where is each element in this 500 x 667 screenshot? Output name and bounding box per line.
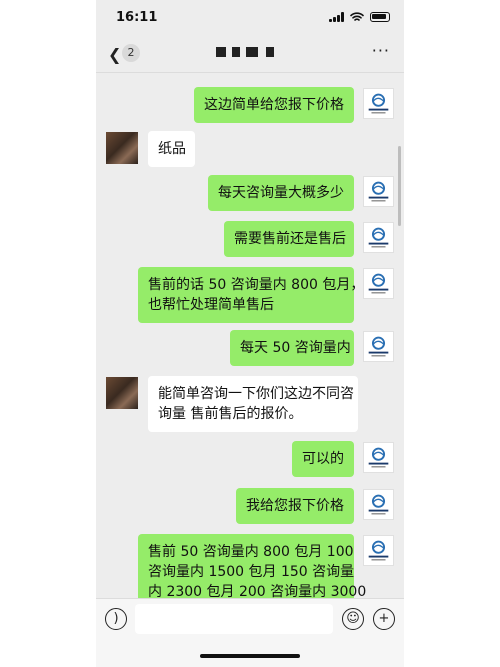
wifi-icon: [350, 12, 364, 21]
outgoing-message-bubble[interactable]: 需要售前还是售后: [224, 221, 354, 257]
status-bar: 16:11: [96, 0, 404, 36]
message-text-line: 需要售前还是售后: [234, 231, 346, 247]
scrollbar[interactable]: [398, 146, 401, 226]
message-text-line: 可以的: [302, 451, 344, 467]
emoji-icon[interactable]: ☺: [342, 608, 364, 630]
outgoing-message-bubble[interactable]: 可以的: [292, 441, 354, 477]
message-input[interactable]: [135, 604, 333, 634]
message-text-line: 也帮忙处理简单售后: [148, 297, 274, 313]
my-avatar[interactable]: [363, 88, 394, 119]
signal-icon: [329, 12, 344, 22]
my-avatar[interactable]: [363, 535, 394, 566]
home-indicator: [200, 654, 300, 658]
my-avatar[interactable]: [363, 442, 394, 473]
contact-avatar[interactable]: [106, 132, 138, 164]
chat-header: ❮ 2 ···: [96, 36, 404, 73]
chat-title-redacted: [216, 44, 280, 60]
my-avatar[interactable]: [363, 222, 394, 253]
message-text-line: 售前的话 50 咨询量内 800 包月，: [148, 277, 365, 293]
outgoing-message-bubble[interactable]: 售前的话 50 咨询量内 800 包月， 也帮忙处理简单售后: [138, 267, 365, 323]
status-time: 16:11: [116, 10, 158, 25]
message-text-line: 这边简单给您报下价格: [204, 97, 344, 113]
my-avatar[interactable]: [363, 268, 394, 299]
voice-icon[interactable]: ): [105, 608, 127, 630]
outgoing-message-bubble[interactable]: 每天 50 咨询量内: [230, 330, 354, 366]
plus-icon[interactable]: +: [373, 608, 395, 630]
message-text-line: 纸品: [158, 141, 186, 157]
more-icon[interactable]: ···: [372, 41, 390, 60]
my-avatar[interactable]: [363, 176, 394, 207]
unread-badge[interactable]: 2: [122, 44, 140, 62]
phone-screen: 16:11 ❮ 2 ··· 这边简单给您报下价格纸品每天咨询量大概多少需要售前还…: [96, 0, 404, 667]
my-avatar[interactable]: [363, 489, 394, 520]
back-icon[interactable]: ❮: [108, 45, 121, 64]
message-text-line: 每天咨询量大概多少: [218, 185, 344, 201]
battery-icon: [370, 12, 390, 22]
message-list: 这边简单给您报下价格纸品每天咨询量大概多少需要售前还是售后售前的话 50 咨询量…: [96, 78, 404, 610]
status-icons: [329, 12, 390, 22]
message-text-line: 售前 50 咨询量内 800 包月 100: [148, 544, 354, 560]
my-avatar[interactable]: [363, 331, 394, 362]
message-text-line: 我给您报下价格: [246, 498, 344, 514]
incoming-message-bubble[interactable]: 纸品: [148, 131, 195, 167]
message-text-line: 能简单咨询一下你们这边不同咨: [158, 386, 354, 402]
message-text-line: 询量 售前售后的报价。: [158, 406, 303, 422]
message-text-line: 每天 50 咨询量内: [240, 340, 351, 356]
outgoing-message-bubble[interactable]: 每天咨询量大概多少: [208, 175, 354, 211]
message-text-line: 咨询量内 1500 包月 150 咨询量: [148, 564, 355, 580]
outgoing-message-bubble[interactable]: 我给您报下价格: [236, 488, 354, 524]
outgoing-message-bubble[interactable]: 这边简单给您报下价格: [194, 87, 354, 123]
contact-avatar[interactable]: [106, 377, 138, 409]
incoming-message-bubble[interactable]: 能简单咨询一下你们这边不同咨 询量 售前售后的报价。: [148, 376, 358, 432]
